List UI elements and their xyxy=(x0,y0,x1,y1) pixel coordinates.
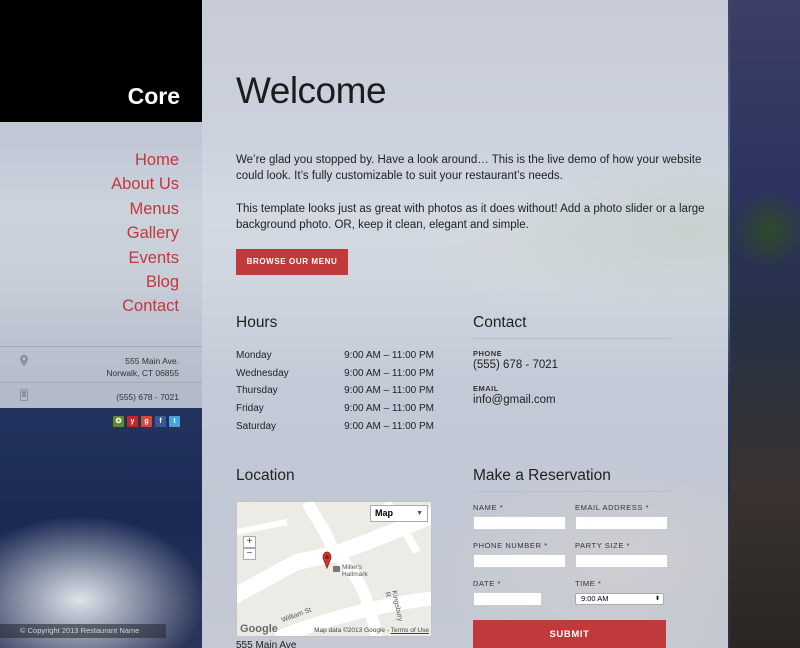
sidebar-address-row: 555 Main Ave. Norwalk, CT 06855 xyxy=(0,346,202,382)
time-label: TIME * xyxy=(575,579,602,588)
google-logo: Google xyxy=(240,623,278,635)
site-logo[interactable]: Core xyxy=(128,83,180,110)
contact-email-label: EMAIL xyxy=(473,384,499,393)
zoom-in-button[interactable]: + xyxy=(243,536,256,548)
table-row: Friday 9:00 AM – 11:00 PM xyxy=(236,400,434,418)
hours-time: 9:00 AM – 11:00 PM xyxy=(344,385,434,397)
hours-time: 9:00 AM – 11:00 PM xyxy=(344,420,434,432)
map-terms-link[interactable]: Terms of Use xyxy=(391,627,429,634)
phone-number-input[interactable] xyxy=(473,554,566,568)
browse-menu-button[interactable]: BROWSE OUR MENU xyxy=(236,249,348,275)
map-place-label: Miller's Hallmark xyxy=(342,564,368,578)
sidebar-address: 555 Main Ave. Norwalk, CT 06855 xyxy=(106,355,179,379)
map-place-name-2: Hallmark xyxy=(342,571,368,578)
address-line-2: Norwalk, CT 06855 xyxy=(106,368,179,378)
map-zoom-controls: + − xyxy=(243,536,256,560)
map-attribution: Map data ©2013 Google - Terms of Use xyxy=(314,627,429,634)
copyright: © Copyright 2013 Restaurant Name xyxy=(0,624,166,638)
main-nav: Home About Us Menus Gallery Events Blog … xyxy=(0,122,202,319)
name-label: NAME * xyxy=(473,503,504,512)
phone-icon xyxy=(20,389,28,404)
hours-day: Monday xyxy=(236,350,272,362)
logo-block: Core xyxy=(0,0,202,122)
map-type-select[interactable]: Map ▼ xyxy=(370,505,428,522)
table-row: Monday 9:00 AM – 11:00 PM xyxy=(236,347,434,365)
hours-heading: Hours xyxy=(236,314,278,331)
email-input[interactable] xyxy=(575,516,668,530)
page-title: Welcome xyxy=(236,70,387,111)
table-row: Saturday 9:00 AM – 11:00 PM xyxy=(236,417,434,435)
google-plus-icon[interactable]: g xyxy=(141,416,152,427)
contact-heading: Contact xyxy=(473,314,671,339)
party-size-label: PARTY SIZE * xyxy=(575,541,631,550)
sidebar-phone[interactable]: (555) 678 - 7021 xyxy=(116,391,179,403)
sidebar-phone-row: (555) 678 - 7021 xyxy=(0,382,202,408)
submit-button[interactable]: SUBMIT xyxy=(473,620,666,648)
location-map[interactable]: Miller's Hallmark William St Kingsbury R… xyxy=(236,501,432,637)
date-input[interactable] xyxy=(473,592,542,606)
nav-panel: Home About Us Menus Gallery Events Blog … xyxy=(0,122,202,408)
hours-day: Saturday xyxy=(236,420,277,432)
nav-item-events[interactable]: Events xyxy=(0,246,179,270)
nav-item-about-us[interactable]: About Us xyxy=(0,172,179,196)
map-place-name-1: Miller's xyxy=(342,564,363,571)
intro-paragraph-1: We’re glad you stopped by. Have a look a… xyxy=(236,154,702,182)
date-label: DATE * xyxy=(473,579,502,588)
map-type-value: Map xyxy=(375,508,393,518)
hours-day: Wednesday xyxy=(236,367,289,379)
social-links: ✪ y g f t xyxy=(113,416,180,427)
map-data-text: Map data ©2013 Google - xyxy=(314,627,389,634)
facebook-icon[interactable]: f xyxy=(155,416,166,427)
hours-table: Monday 9:00 AM – 11:00 PM Wednesday 9:00 A… xyxy=(236,347,434,435)
address-line-1: 555 Main Ave. xyxy=(125,356,179,366)
hours-time: 9:00 AM – 11:00 PM xyxy=(344,403,434,415)
name-input[interactable] xyxy=(473,516,566,530)
contact-phone[interactable]: (555) 678 - 7021 xyxy=(473,359,558,371)
party-size-input[interactable] xyxy=(575,554,668,568)
nav-item-gallery[interactable]: Gallery xyxy=(0,221,179,245)
tripadvisor-icon[interactable]: ✪ xyxy=(113,416,124,427)
map-pin-icon xyxy=(20,355,28,369)
hours-day: Thursday xyxy=(236,385,278,397)
time-select[interactable]: 9:00 AM ⬍ xyxy=(575,593,664,605)
intro-paragraph-2: This template looks just as great with p… xyxy=(236,203,705,231)
hours-time: 9:00 AM – 11:00 PM xyxy=(344,350,434,362)
contact-phone-label: PHONE xyxy=(473,349,503,358)
table-row: Wednesday 9:00 AM – 11:00 PM xyxy=(236,365,434,383)
email-label: EMAIL ADDRESS * xyxy=(575,503,650,512)
nav-item-menus[interactable]: Menus xyxy=(0,197,179,221)
reservation-heading: Make a Reservation xyxy=(473,467,671,492)
nav-item-contact[interactable]: Contact xyxy=(0,294,179,318)
location-address: 555 Main Ave xyxy=(236,640,297,648)
main-content: Welcome We’re glad you stopped by. Have … xyxy=(202,0,728,648)
background-coastline xyxy=(730,0,800,648)
nav-item-blog[interactable]: Blog xyxy=(0,270,179,294)
time-select-value: 9:00 AM xyxy=(581,594,609,603)
yelp-icon[interactable]: y xyxy=(127,416,138,427)
sidebar: Core Home About Us Menus Gallery Events … xyxy=(0,0,202,648)
twitter-icon[interactable]: t xyxy=(169,416,180,427)
zoom-out-button[interactable]: − xyxy=(243,548,256,560)
phone-number-label: PHONE NUMBER * xyxy=(473,541,548,550)
nav-item-home[interactable]: Home xyxy=(0,148,179,172)
location-heading: Location xyxy=(236,467,295,484)
chevron-updown-icon: ⬍ xyxy=(654,596,660,602)
contact-email[interactable]: info@gmail.com xyxy=(473,394,556,406)
table-row: Thursday 9:00 AM – 11:00 PM xyxy=(236,382,434,400)
chevron-down-icon: ▼ xyxy=(416,510,423,517)
hours-day: Friday xyxy=(236,403,264,415)
hours-time: 9:00 AM – 11:00 PM xyxy=(344,367,434,379)
background-palms xyxy=(730,190,800,310)
